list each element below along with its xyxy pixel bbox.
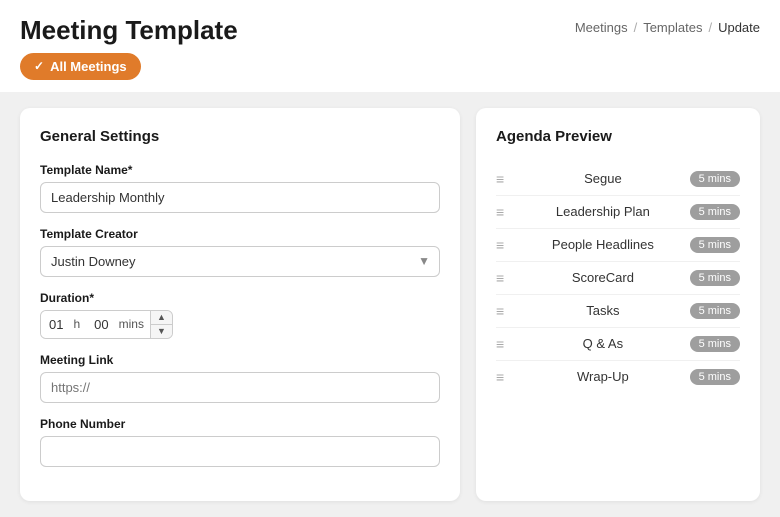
agenda-duration-badge: 5 mins (690, 336, 740, 352)
template-creator-select-wrapper: Justin Downey ▼ (40, 246, 440, 277)
meeting-link-label: Meeting Link (40, 353, 440, 367)
mins-label: mins (117, 311, 150, 337)
agenda-duration-badge: 5 mins (690, 237, 740, 253)
agenda-item-name: Wrap-Up (516, 369, 689, 384)
agenda-item-name: Q & As (516, 336, 689, 351)
agenda-duration-badge: 5 mins (690, 303, 740, 319)
agenda-duration-badge: 5 mins (690, 270, 740, 286)
duration-group: Duration* 01 h 00 mins ▲ ▼ (40, 291, 440, 339)
page-title: Meeting Template (20, 16, 238, 45)
agenda-item: ≡ Wrap-Up 5 mins (496, 361, 740, 393)
agenda-item: ≡ Leadership Plan 5 mins (496, 196, 740, 229)
template-creator-group: Template Creator Justin Downey ▼ (40, 227, 440, 277)
agenda-item-name: Tasks (516, 303, 689, 318)
phone-input[interactable] (40, 436, 440, 467)
main-content: General Settings Template Name* Template… (0, 92, 780, 517)
top-bar: Meeting Template ✓ All Meetings Meetings… (0, 0, 780, 92)
duration-mins: 00 (86, 311, 116, 338)
phone-number-group: Phone Number (40, 417, 440, 467)
duration-down-button[interactable]: ▼ (151, 325, 172, 338)
duration-label: Duration* (40, 291, 440, 305)
agenda-duration-badge: 5 mins (690, 369, 740, 385)
duration-spinners: ▲ ▼ (150, 311, 172, 338)
top-right: Meetings / Templates / Update (575, 16, 760, 35)
agenda-item: ≡ Q & As 5 mins (496, 328, 740, 361)
duration-up-button[interactable]: ▲ (151, 311, 172, 325)
general-settings-panel: General Settings Template Name* Template… (20, 108, 460, 501)
check-icon: ✓ (34, 59, 44, 73)
breadcrumb-sep-1: / (634, 20, 638, 35)
agenda-preview-title: Agenda Preview (496, 128, 740, 145)
all-meetings-button[interactable]: ✓ All Meetings (20, 53, 141, 80)
meeting-link-input[interactable] (40, 372, 440, 403)
breadcrumb: Meetings / Templates / Update (575, 20, 760, 35)
breadcrumb-update: Update (718, 20, 760, 35)
phone-label: Phone Number (40, 417, 440, 431)
breadcrumb-templates[interactable]: Templates (643, 20, 702, 35)
template-creator-select[interactable]: Justin Downey (40, 246, 440, 277)
agenda-list: ≡ Segue 5 mins ≡ Leadership Plan 5 mins … (496, 163, 740, 393)
agenda-item-name: Segue (516, 171, 689, 186)
all-meetings-label: All Meetings (50, 59, 127, 74)
drag-icon[interactable]: ≡ (496, 336, 504, 352)
general-settings-title: General Settings (40, 128, 440, 145)
template-name-label: Template Name* (40, 163, 440, 177)
agenda-item: ≡ Segue 5 mins (496, 163, 740, 196)
template-name-input[interactable] (40, 182, 440, 213)
hours-label: h (71, 311, 86, 337)
agenda-item: ≡ ScoreCard 5 mins (496, 262, 740, 295)
duration-hours: 01 (41, 311, 71, 338)
drag-icon[interactable]: ≡ (496, 204, 504, 220)
template-name-group: Template Name* (40, 163, 440, 213)
breadcrumb-meetings[interactable]: Meetings (575, 20, 628, 35)
meeting-link-group: Meeting Link (40, 353, 440, 403)
template-creator-label: Template Creator (40, 227, 440, 241)
agenda-duration-badge: 5 mins (690, 204, 740, 220)
agenda-item-name: Leadership Plan (516, 204, 689, 219)
drag-icon[interactable]: ≡ (496, 303, 504, 319)
drag-icon[interactable]: ≡ (496, 171, 504, 187)
drag-icon[interactable]: ≡ (496, 237, 504, 253)
agenda-item: ≡ People Headlines 5 mins (496, 229, 740, 262)
breadcrumb-sep-2: / (708, 20, 712, 35)
title-section: Meeting Template ✓ All Meetings (20, 16, 238, 80)
drag-icon[interactable]: ≡ (496, 270, 504, 286)
drag-icon[interactable]: ≡ (496, 369, 504, 385)
agenda-item-name: People Headlines (516, 237, 689, 252)
agenda-preview-panel: Agenda Preview ≡ Segue 5 mins ≡ Leadersh… (476, 108, 760, 501)
agenda-duration-badge: 5 mins (690, 171, 740, 187)
duration-row: 01 h 00 mins ▲ ▼ (40, 310, 440, 339)
agenda-item: ≡ Tasks 5 mins (496, 295, 740, 328)
agenda-item-name: ScoreCard (516, 270, 689, 285)
duration-box: 01 h 00 mins ▲ ▼ (40, 310, 173, 339)
